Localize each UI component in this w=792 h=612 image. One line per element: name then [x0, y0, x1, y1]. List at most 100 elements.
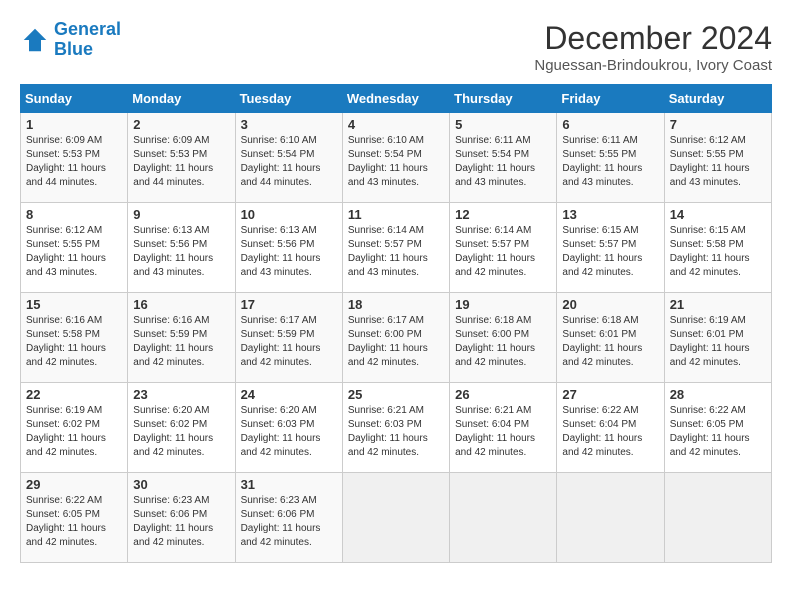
day-number: 30 [133, 477, 229, 492]
calendar-cell: 26 Sunrise: 6:21 AM Sunset: 6:04 PM Dayl… [450, 383, 557, 473]
calendar-cell: 3 Sunrise: 6:10 AM Sunset: 5:54 PM Dayli… [235, 113, 342, 203]
calendar-cell: 9 Sunrise: 6:13 AM Sunset: 5:56 PM Dayli… [128, 203, 235, 293]
day-detail: Sunrise: 6:16 AM Sunset: 5:59 PM Dayligh… [133, 314, 229, 370]
col-monday: Monday [128, 85, 235, 113]
day-number: 3 [241, 117, 337, 132]
day-detail: Sunrise: 6:23 AM Sunset: 6:06 PM Dayligh… [133, 494, 229, 550]
day-detail: Sunrise: 6:09 AM Sunset: 5:53 PM Dayligh… [133, 134, 229, 190]
day-number: 21 [670, 297, 766, 312]
day-number: 5 [455, 117, 551, 132]
calendar-cell: 7 Sunrise: 6:12 AM Sunset: 5:55 PM Dayli… [664, 113, 771, 203]
day-detail: Sunrise: 6:13 AM Sunset: 5:56 PM Dayligh… [241, 224, 337, 280]
day-detail: Sunrise: 6:17 AM Sunset: 6:00 PM Dayligh… [348, 314, 444, 370]
calendar-cell: 16 Sunrise: 6:16 AM Sunset: 5:59 PM Dayl… [128, 293, 235, 383]
day-number: 4 [348, 117, 444, 132]
day-detail: Sunrise: 6:13 AM Sunset: 5:56 PM Dayligh… [133, 224, 229, 280]
day-detail: Sunrise: 6:22 AM Sunset: 6:05 PM Dayligh… [670, 404, 766, 460]
calendar-cell: 2 Sunrise: 6:09 AM Sunset: 5:53 PM Dayli… [128, 113, 235, 203]
day-detail: Sunrise: 6:21 AM Sunset: 6:03 PM Dayligh… [348, 404, 444, 460]
day-number: 31 [241, 477, 337, 492]
day-number: 9 [133, 207, 229, 222]
calendar-cell: 23 Sunrise: 6:20 AM Sunset: 6:02 PM Dayl… [128, 383, 235, 473]
calendar-cell: 22 Sunrise: 6:19 AM Sunset: 6:02 PM Dayl… [21, 383, 128, 473]
day-number: 6 [562, 117, 658, 132]
day-number: 14 [670, 207, 766, 222]
day-detail: Sunrise: 6:09 AM Sunset: 5:53 PM Dayligh… [26, 134, 122, 190]
calendar-table: Sunday Monday Tuesday Wednesday Thursday… [20, 84, 772, 563]
day-number: 13 [562, 207, 658, 222]
day-detail: Sunrise: 6:12 AM Sunset: 5:55 PM Dayligh… [670, 134, 766, 190]
calendar-cell [664, 473, 771, 563]
day-number: 24 [241, 387, 337, 402]
logo: GeneralBlue [20, 20, 121, 60]
calendar-cell: 1 Sunrise: 6:09 AM Sunset: 5:53 PM Dayli… [21, 113, 128, 203]
logo-text: GeneralBlue [54, 20, 121, 60]
day-detail: Sunrise: 6:10 AM Sunset: 5:54 PM Dayligh… [241, 134, 337, 190]
calendar-cell: 14 Sunrise: 6:15 AM Sunset: 5:58 PM Dayl… [664, 203, 771, 293]
day-detail: Sunrise: 6:17 AM Sunset: 5:59 PM Dayligh… [241, 314, 337, 370]
day-number: 25 [348, 387, 444, 402]
day-detail: Sunrise: 6:16 AM Sunset: 5:58 PM Dayligh… [26, 314, 122, 370]
calendar-cell: 11 Sunrise: 6:14 AM Sunset: 5:57 PM Dayl… [342, 203, 449, 293]
col-wednesday: Wednesday [342, 85, 449, 113]
day-number: 10 [241, 207, 337, 222]
day-number: 19 [455, 297, 551, 312]
day-detail: Sunrise: 6:20 AM Sunset: 6:03 PM Dayligh… [241, 404, 337, 460]
calendar-week-3: 15 Sunrise: 6:16 AM Sunset: 5:58 PM Dayl… [21, 293, 772, 383]
day-number: 20 [562, 297, 658, 312]
day-number: 26 [455, 387, 551, 402]
day-number: 28 [670, 387, 766, 402]
col-saturday: Saturday [664, 85, 771, 113]
calendar-cell: 30 Sunrise: 6:23 AM Sunset: 6:06 PM Dayl… [128, 473, 235, 563]
calendar-cell: 29 Sunrise: 6:22 AM Sunset: 6:05 PM Dayl… [21, 473, 128, 563]
calendar-cell: 20 Sunrise: 6:18 AM Sunset: 6:01 PM Dayl… [557, 293, 664, 383]
day-number: 16 [133, 297, 229, 312]
day-detail: Sunrise: 6:23 AM Sunset: 6:06 PM Dayligh… [241, 494, 337, 550]
title-block: December 2024 Nguessan-Brindoukrou, Ivor… [534, 20, 772, 74]
day-detail: Sunrise: 6:11 AM Sunset: 5:54 PM Dayligh… [455, 134, 551, 190]
day-detail: Sunrise: 6:14 AM Sunset: 5:57 PM Dayligh… [455, 224, 551, 280]
col-sunday: Sunday [21, 85, 128, 113]
calendar-cell: 27 Sunrise: 6:22 AM Sunset: 6:04 PM Dayl… [557, 383, 664, 473]
day-number: 27 [562, 387, 658, 402]
calendar-cell: 15 Sunrise: 6:16 AM Sunset: 5:58 PM Dayl… [21, 293, 128, 383]
day-number: 17 [241, 297, 337, 312]
page-header: GeneralBlue December 2024 Nguessan-Brind… [20, 20, 772, 74]
calendar-cell: 12 Sunrise: 6:14 AM Sunset: 5:57 PM Dayl… [450, 203, 557, 293]
day-detail: Sunrise: 6:20 AM Sunset: 6:02 PM Dayligh… [133, 404, 229, 460]
day-number: 22 [26, 387, 122, 402]
col-friday: Friday [557, 85, 664, 113]
day-number: 8 [26, 207, 122, 222]
calendar-cell: 21 Sunrise: 6:19 AM Sunset: 6:01 PM Dayl… [664, 293, 771, 383]
day-detail: Sunrise: 6:12 AM Sunset: 5:55 PM Dayligh… [26, 224, 122, 280]
calendar-cell: 5 Sunrise: 6:11 AM Sunset: 5:54 PM Dayli… [450, 113, 557, 203]
calendar-cell: 31 Sunrise: 6:23 AM Sunset: 6:06 PM Dayl… [235, 473, 342, 563]
logo-icon [20, 25, 50, 55]
day-number: 23 [133, 387, 229, 402]
calendar-week-1: 1 Sunrise: 6:09 AM Sunset: 5:53 PM Dayli… [21, 113, 772, 203]
day-detail: Sunrise: 6:15 AM Sunset: 5:57 PM Dayligh… [562, 224, 658, 280]
day-detail: Sunrise: 6:15 AM Sunset: 5:58 PM Dayligh… [670, 224, 766, 280]
day-number: 2 [133, 117, 229, 132]
day-number: 29 [26, 477, 122, 492]
calendar-cell [557, 473, 664, 563]
day-detail: Sunrise: 6:14 AM Sunset: 5:57 PM Dayligh… [348, 224, 444, 280]
calendar-cell [342, 473, 449, 563]
month-title: December 2024 [534, 20, 772, 57]
calendar-week-2: 8 Sunrise: 6:12 AM Sunset: 5:55 PM Dayli… [21, 203, 772, 293]
day-detail: Sunrise: 6:18 AM Sunset: 6:01 PM Dayligh… [562, 314, 658, 370]
calendar-cell: 8 Sunrise: 6:12 AM Sunset: 5:55 PM Dayli… [21, 203, 128, 293]
calendar-cell: 24 Sunrise: 6:20 AM Sunset: 6:03 PM Dayl… [235, 383, 342, 473]
calendar-cell: 10 Sunrise: 6:13 AM Sunset: 5:56 PM Dayl… [235, 203, 342, 293]
day-detail: Sunrise: 6:11 AM Sunset: 5:55 PM Dayligh… [562, 134, 658, 190]
day-detail: Sunrise: 6:22 AM Sunset: 6:05 PM Dayligh… [26, 494, 122, 550]
calendar-cell [450, 473, 557, 563]
calendar-cell: 6 Sunrise: 6:11 AM Sunset: 5:55 PM Dayli… [557, 113, 664, 203]
day-number: 18 [348, 297, 444, 312]
day-number: 11 [348, 207, 444, 222]
location: Nguessan-Brindoukrou, Ivory Coast [534, 57, 772, 74]
calendar-cell: 17 Sunrise: 6:17 AM Sunset: 5:59 PM Dayl… [235, 293, 342, 383]
calendar-cell: 13 Sunrise: 6:15 AM Sunset: 5:57 PM Dayl… [557, 203, 664, 293]
day-detail: Sunrise: 6:21 AM Sunset: 6:04 PM Dayligh… [455, 404, 551, 460]
day-number: 15 [26, 297, 122, 312]
